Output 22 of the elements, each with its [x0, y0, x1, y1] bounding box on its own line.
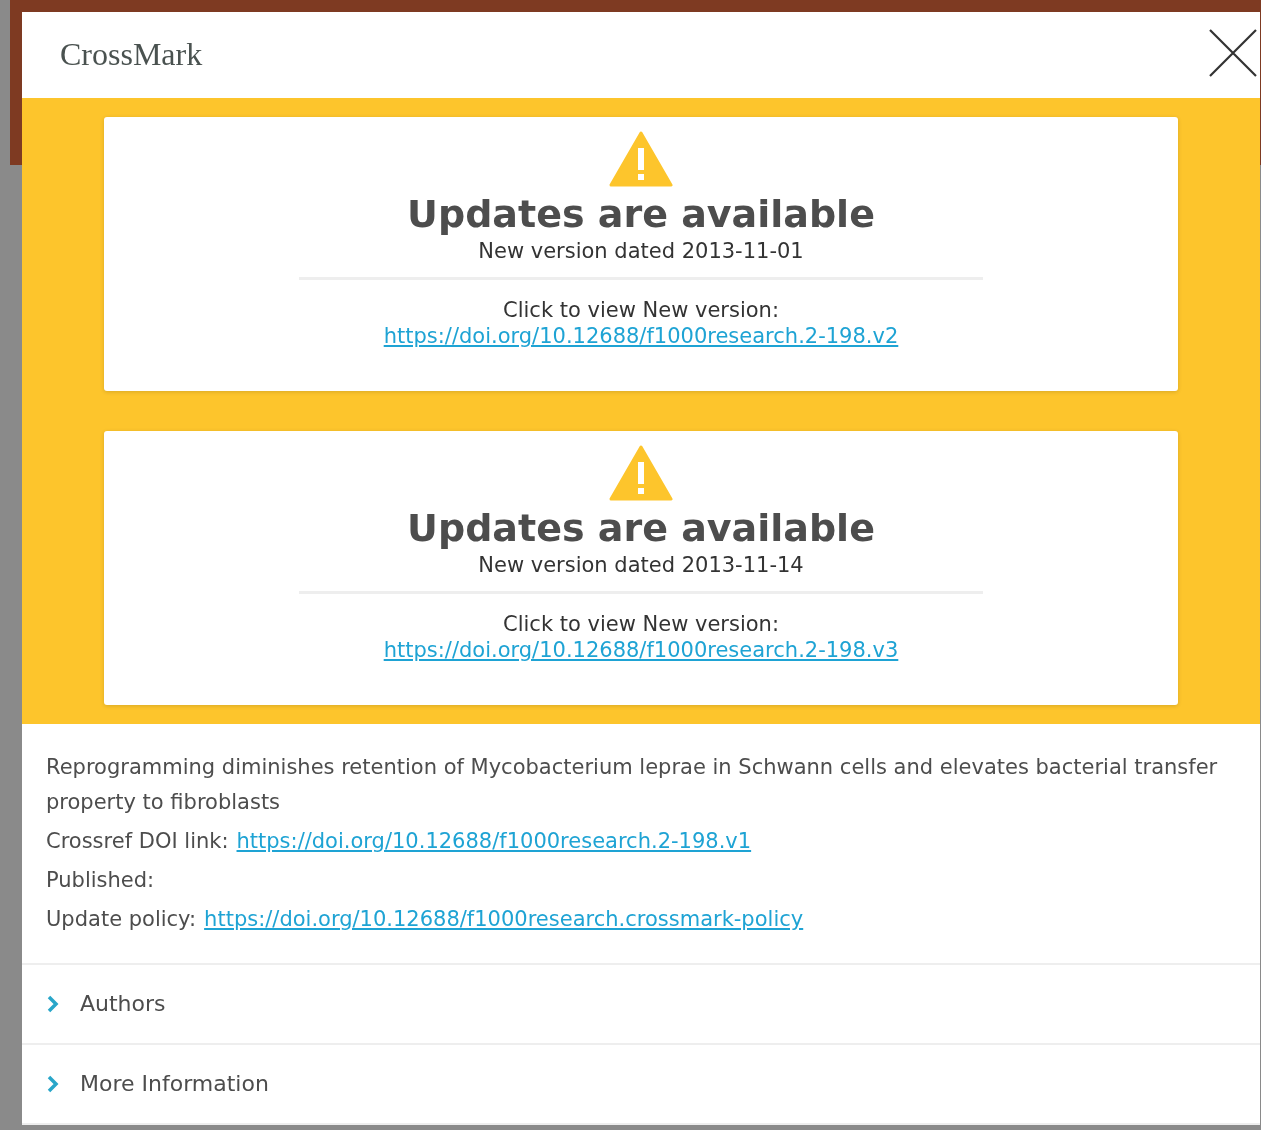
doi-link[interactable]: https://doi.org/10.12688/f1000research.crossmark-policy — [204, 901, 804, 937]
chevron-icon — [46, 993, 60, 1014]
field-label: Published: — [46, 866, 155, 894]
field-label: Crossref DOI link: — [46, 827, 229, 855]
field-label: Update policy: — [46, 905, 197, 933]
update-date: New version dated 2013-11-14 — [478, 552, 804, 577]
update-prompt: Click to view New version: — [503, 297, 779, 322]
update-title: Updates are available — [407, 190, 875, 237]
crossmark-logo: CrossMark — [60, 36, 203, 74]
chevron-icon — [46, 1073, 60, 1094]
warning-icon — [609, 444, 673, 501]
warning-icon — [609, 130, 673, 187]
close-icon[interactable] — [1208, 27, 1258, 78]
update-prompt: Click to view New version: — [503, 611, 779, 636]
update-date: New version dated 2013-11-01 — [478, 238, 804, 263]
doi-link[interactable]: https://doi.org/10.12688/f1000research.2-198.v1 — [236, 823, 752, 859]
article-title: Reprogramming diminishes retention of Mycobacterium leprae in Schwann cells and elevates bacterial transfer property to fibroblasts — [46, 753, 1219, 816]
new-version-link[interactable]: https://doi.org/10.12688/f1000research.2-198.v3 — [383, 637, 899, 662]
new-version-link[interactable]: https://doi.org/10.12688/f1000research.2-198.v2 — [383, 323, 899, 348]
accordion-row[interactable]: Authors — [22, 964, 1260, 1045]
update-title: Updates are available — [407, 504, 875, 551]
accordion-row[interactable]: More Information — [22, 1044, 1260, 1125]
